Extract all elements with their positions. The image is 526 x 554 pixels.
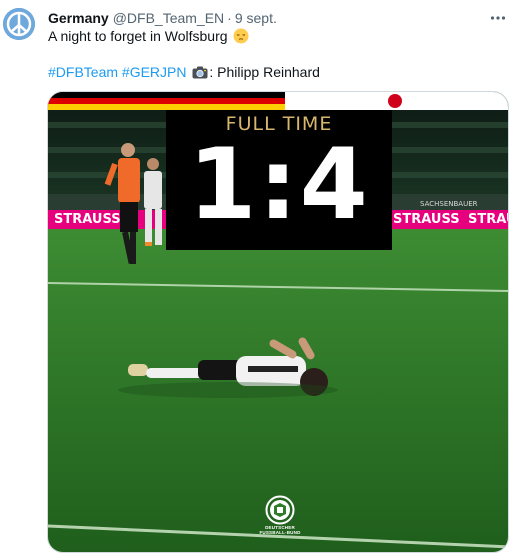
tweet-text: A night to forget in Wolfsburg [48, 27, 249, 45]
tweet-date[interactable]: 9 sept. [235, 10, 277, 26]
hashtag-gerjpn[interactable]: #GERJPN [122, 64, 187, 80]
tweet-text-line: A night to forget in Wolfsburg [48, 28, 228, 44]
dfb-logo-line2: FUSSBALL-BUND [259, 530, 301, 535]
japan-flag [285, 92, 508, 110]
display-name[interactable]: Germany [48, 10, 109, 26]
tweet-hashtags-line: #DFBTeam #GERJPN : Philipp Reinhard [48, 63, 320, 81]
board-text-left: STRAUSS [54, 212, 121, 227]
dfb-crest-icon [265, 495, 295, 525]
tweet-media-image[interactable]: STRAUSS STRAUSS STRAU SACHSENBAUER FULL … [47, 91, 509, 553]
final-score: 1:4 [188, 128, 370, 242]
pensive-face-icon [233, 28, 249, 44]
japan-sun [388, 94, 402, 108]
board-text-right: STRAUSS [393, 212, 460, 227]
avatar[interactable] [3, 8, 35, 40]
tweet: Germany @DFB_Team_EN · 9 sept. A night t… [0, 0, 526, 554]
more-options-button[interactable] [486, 6, 510, 30]
board-text-mid: SACHSENBAUER [420, 200, 478, 208]
separator-dot: · [227, 10, 232, 26]
hashtag-dfbteam[interactable]: #DFBTeam [48, 64, 118, 80]
photo-credit: : Philipp Reinhard [209, 64, 320, 80]
more-dots-icon [490, 16, 506, 20]
camera-icon [192, 66, 208, 79]
user-handle[interactable]: @DFB_Team_EN [113, 10, 224, 26]
dfb-logo: DEUTSCHER FUSSBALL-BUND [253, 495, 307, 543]
tweet-header: Germany @DFB_Team_EN · 9 sept. [48, 8, 512, 28]
germany-flag [48, 92, 285, 110]
peace-sign-icon [3, 8, 35, 40]
scoreboard: FULL TIME 1:4 [166, 110, 392, 250]
board-text-right2: STRAU [468, 212, 509, 227]
